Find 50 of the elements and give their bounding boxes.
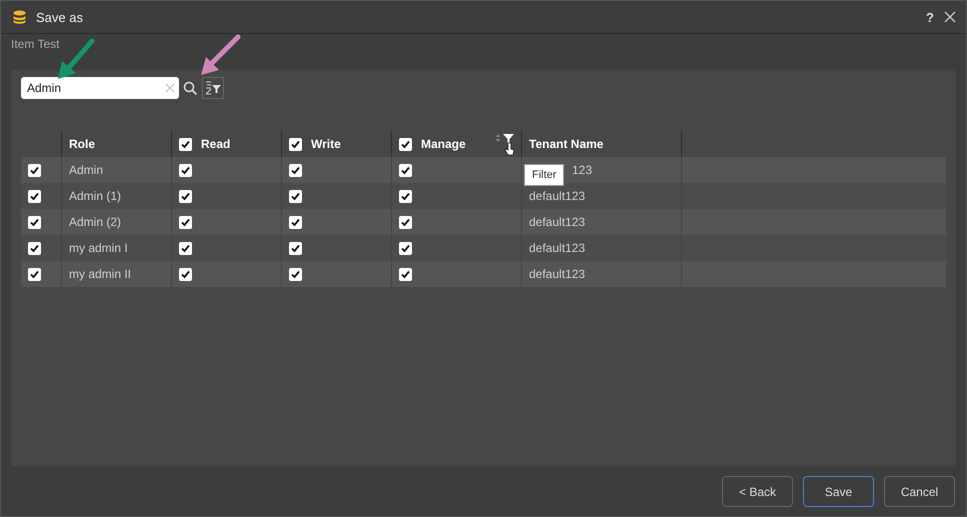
checkbox[interactable] — [399, 268, 412, 280]
dialog-button[interactable]: < Back — [722, 476, 793, 507]
checkbox[interactable] — [28, 268, 41, 280]
checkbox[interactable] — [179, 164, 192, 176]
checkbox[interactable] — [289, 216, 302, 228]
sort-filter-button[interactable] — [202, 77, 224, 99]
help-button[interactable]: ? — [926, 10, 934, 24]
search-icon[interactable] — [183, 80, 198, 96]
checkbox[interactable] — [289, 268, 302, 280]
checkbox[interactable] — [179, 268, 192, 280]
checkbox[interactable] — [28, 216, 41, 228]
checkbox[interactable] — [399, 242, 412, 254]
table-row[interactable]: my admin I default123 — [21, 235, 946, 261]
table-cell: default123 — [529, 241, 586, 255]
table-cell: Admin (1) — [69, 189, 122, 203]
item-name: Item Test — [11, 37, 60, 53]
table-cell: my admin II — [69, 267, 132, 281]
checkbox[interactable] — [179, 216, 192, 228]
table-row[interactable]: Admin (2) default123 — [21, 209, 946, 235]
table-cell: default123 — [529, 189, 586, 203]
checkbox[interactable] — [289, 138, 302, 150]
table-cell: 123 — [572, 163, 592, 177]
checkbox[interactable] — [289, 164, 302, 176]
annotation-arrow — [198, 33, 242, 77]
checkbox[interactable] — [289, 242, 302, 254]
close-icon[interactable] — [944, 11, 956, 23]
checkbox[interactable] — [399, 216, 412, 228]
database-icon — [13, 10, 26, 24]
checkbox[interactable] — [399, 138, 412, 150]
checkbox[interactable] — [179, 242, 192, 254]
checkbox[interactable] — [399, 190, 412, 202]
table-row[interactable]: my admin II default123 — [21, 261, 946, 287]
checkbox[interactable] — [179, 190, 192, 202]
table-cell: default123 — [529, 215, 586, 229]
dialog-button[interactable]: Save — [803, 476, 874, 507]
checkbox[interactable] — [28, 190, 41, 202]
checkbox[interactable] — [399, 164, 412, 176]
tooltip: Filter — [524, 164, 564, 186]
table-cell: default123 — [529, 267, 586, 281]
table-cell: Admin — [69, 163, 104, 177]
checkbox[interactable] — [179, 138, 192, 150]
checkbox[interactable] — [28, 242, 41, 254]
checkbox[interactable] — [28, 164, 41, 176]
search-field[interactable]: Admin — [21, 77, 179, 99]
dialog-button[interactable]: Cancel — [884, 476, 955, 507]
checkbox[interactable] — [289, 190, 302, 202]
table-cell: Admin (2) — [69, 215, 122, 229]
table-row[interactable]: Admin (1) default123 — [21, 183, 946, 209]
table-cell: my admin I — [69, 241, 128, 255]
window-title: Save as — [36, 10, 84, 24]
